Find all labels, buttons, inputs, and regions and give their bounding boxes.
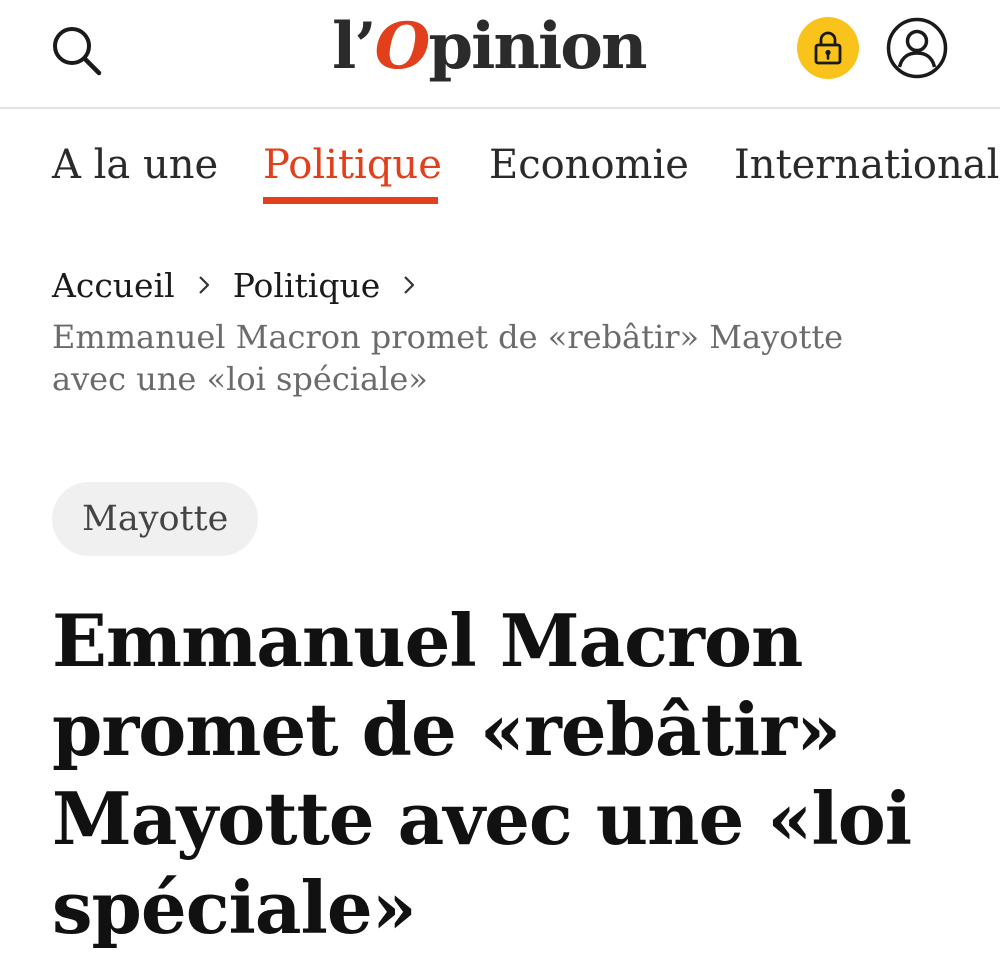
- search-icon: [53, 27, 102, 76]
- logo-prefix: l’: [332, 8, 377, 84]
- tab-international[interactable]: International: [734, 141, 999, 189]
- site-logo[interactable]: l’ Opinion: [332, 0, 647, 92]
- site-header: l’ Opinion: [0, 0, 1000, 109]
- chevron-right-icon: [175, 265, 233, 305]
- topic-tag[interactable]: Mayotte: [52, 482, 259, 556]
- account-button[interactable]: [886, 17, 948, 79]
- breadcrumb: Accueil Politique Emmanuel Macron promet…: [52, 262, 952, 400]
- breadcrumb-politique[interactable]: Politique: [233, 266, 381, 305]
- subscribe-lock-button[interactable]: [797, 17, 859, 79]
- active-tab-indicator: [263, 197, 438, 204]
- logo-suffix: pinion: [428, 8, 647, 84]
- tab-politique[interactable]: Politique: [263, 141, 442, 189]
- chevron-right-icon: [380, 265, 438, 305]
- section-nav: A la une Politique Economie Internationa…: [0, 107, 1000, 217]
- article-headline: Emmanuel Macron promet de «rebâtir» Mayo…: [52, 598, 912, 950]
- logo-accent: O: [374, 8, 431, 84]
- user-account-icon: [886, 17, 948, 79]
- tab-a-la-une[interactable]: A la une: [52, 141, 218, 189]
- breadcrumb-current-page: Emmanuel Macron promet de «rebâtir» Mayo…: [52, 318, 844, 398]
- breadcrumb-accueil[interactable]: Accueil: [52, 266, 175, 305]
- search-button[interactable]: [48, 22, 106, 80]
- lock-icon: [814, 31, 842, 65]
- tab-economie[interactable]: Economie: [489, 141, 689, 189]
